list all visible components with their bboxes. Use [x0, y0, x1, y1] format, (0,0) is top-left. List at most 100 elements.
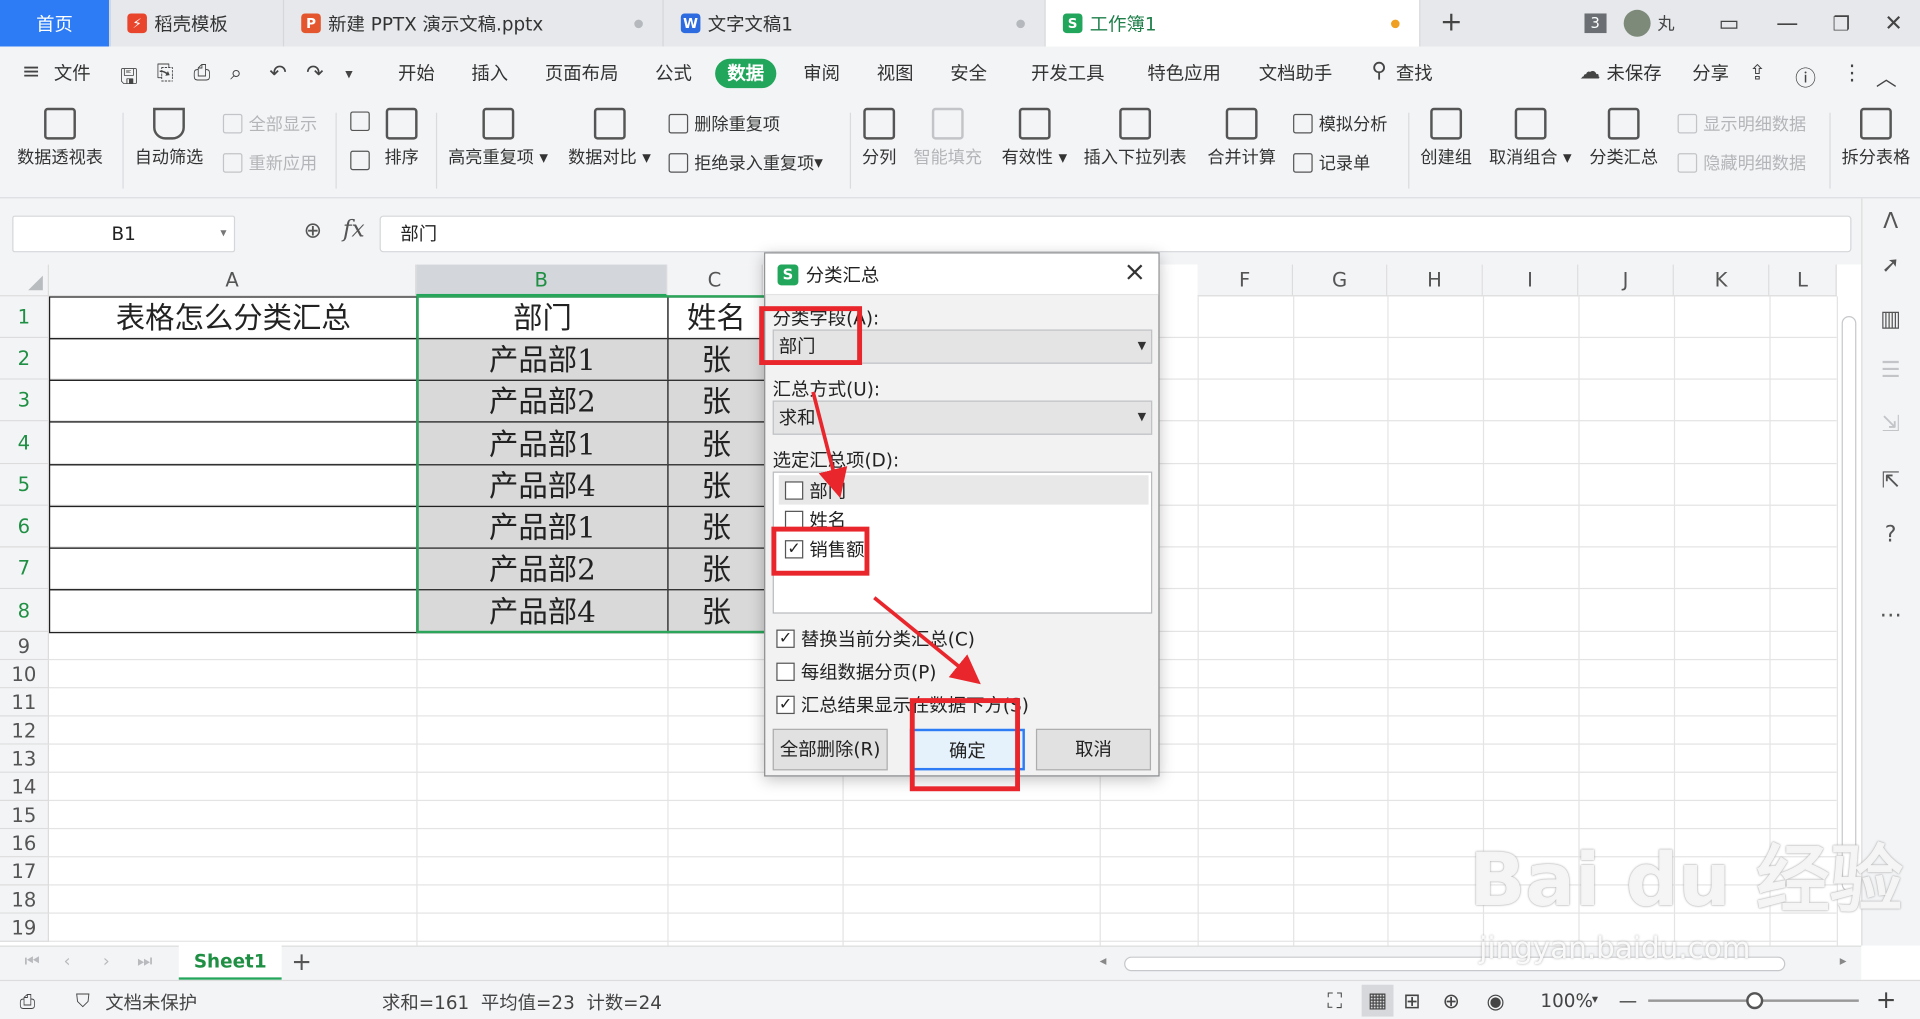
- next-sheet-icon[interactable]: ›: [103, 952, 110, 972]
- chevron-down-icon[interactable]: ▾: [1592, 993, 1598, 1006]
- sheet-tab[interactable]: Sheet1: [178, 945, 282, 980]
- row-header[interactable]: 3: [0, 379, 49, 422]
- ungroup-button[interactable]: 取消组合 ▾: [1489, 107, 1572, 169]
- column-header[interactable]: L: [1769, 264, 1837, 297]
- checkbox[interactable]: [784, 480, 804, 500]
- menu-security[interactable]: 安全: [950, 59, 987, 88]
- field-select[interactable]: 部门 ▼: [772, 329, 1153, 364]
- create-group-button[interactable]: 创建组: [1420, 107, 1472, 169]
- add-sheet-button[interactable]: +: [291, 947, 312, 976]
- row-header[interactable]: 6: [0, 505, 49, 548]
- data-compare-button[interactable]: 数据对比 ▾: [568, 107, 651, 169]
- column-header[interactable]: K: [1673, 264, 1770, 297]
- formula-input[interactable]: 部门: [379, 215, 1852, 253]
- checkbox[interactable]: [784, 510, 804, 529]
- unsaved-status[interactable]: 未保存: [1607, 59, 1662, 88]
- cell[interactable]: [48, 547, 418, 591]
- cell[interactable]: [48, 464, 418, 508]
- row-header[interactable]: 1: [0, 296, 49, 339]
- normal-view-icon[interactable]: ▦: [1361, 984, 1394, 1017]
- row-header[interactable]: 19: [0, 913, 49, 942]
- dept-cell[interactable]: 产品部1: [416, 505, 669, 549]
- help-icon[interactable]: ⓘ: [1795, 61, 1816, 91]
- zoom-in-icon[interactable]: +: [1876, 985, 1897, 1014]
- name-cell[interactable]: 张: [667, 379, 766, 423]
- list-item[interactable]: 部门: [778, 475, 1149, 505]
- first-sheet-icon[interactable]: ⏮: [24, 952, 39, 972]
- collab-icon[interactable]: ⇪: [1749, 61, 1766, 85]
- option-summary-below[interactable]: ✓ 汇总结果显示在数据下方(S): [770, 692, 1029, 718]
- name-cell[interactable]: 张: [667, 464, 766, 508]
- name-cell[interactable]: 张: [667, 338, 766, 381]
- cursor-icon[interactable]: ➚: [1877, 252, 1904, 279]
- ok-button[interactable]: 确定: [909, 728, 1025, 771]
- show-detail-button[interactable]: 显示明细数据: [1677, 111, 1806, 135]
- split-column-button[interactable]: 分列: [862, 107, 896, 169]
- menu-page-layout[interactable]: 页面布局: [545, 59, 618, 88]
- subtotal-button[interactable]: 分类汇总: [1589, 107, 1658, 169]
- menu-doc-assistant[interactable]: 文档助手: [1259, 59, 1332, 88]
- name-cell[interactable]: 张: [667, 547, 766, 591]
- option-replace[interactable]: ✓ 替换当前分类汇总(C): [770, 626, 975, 652]
- tab-word[interactable]: W 文字文稿1: [664, 0, 1046, 47]
- row-header[interactable]: 5: [0, 464, 49, 506]
- window-count-badge[interactable]: 3: [1584, 13, 1606, 34]
- restore-icon[interactable]: ▭: [1719, 10, 1740, 36]
- name-cell[interactable]: 张: [667, 421, 766, 466]
- validity-button[interactable]: 有效性 ▾: [1002, 107, 1067, 169]
- row-header[interactable]: 9: [0, 631, 49, 661]
- export-icon[interactable]: ⎘: [157, 61, 174, 85]
- redo-icon[interactable]: ↷: [306, 61, 323, 85]
- column-header[interactable]: F: [1197, 264, 1294, 297]
- settings-icon[interactable]: ☰: [1877, 358, 1904, 385]
- cell[interactable]: [48, 338, 418, 381]
- autofilter-button[interactable]: 自动筛选: [135, 107, 203, 169]
- menu-search[interactable]: 查找: [1396, 59, 1433, 88]
- dept-cell[interactable]: 产品部4: [416, 589, 669, 634]
- hide-detail-button[interactable]: 隐藏明细数据: [1677, 151, 1806, 175]
- row-header[interactable]: 14: [0, 772, 49, 802]
- title-cell[interactable]: 表格怎么分类汇总: [48, 296, 418, 340]
- share-button[interactable]: 分享: [1692, 59, 1729, 88]
- sort-desc-button[interactable]: [350, 150, 376, 171]
- zoom-level[interactable]: 100%: [1540, 990, 1593, 1012]
- new-tab-button[interactable]: +: [1440, 7, 1463, 38]
- maximize-icon[interactable]: ❐: [1833, 12, 1851, 35]
- print-icon[interactable]: ⎙: [193, 61, 210, 85]
- cell[interactable]: [48, 505, 418, 549]
- zoom-out-icon[interactable]: —: [1619, 990, 1637, 1012]
- more-icon[interactable]: ⋮: [1842, 61, 1863, 85]
- tab-home[interactable]: 首页: [0, 0, 111, 47]
- show-all-button[interactable]: 全部显示: [222, 111, 317, 135]
- option-page-break[interactable]: 每组数据分页(P): [770, 659, 936, 685]
- row-header[interactable]: 11: [0, 688, 49, 717]
- cell[interactable]: [48, 421, 418, 466]
- checkbox-checked[interactable]: ✓: [776, 695, 795, 715]
- eye-protect-icon[interactable]: ◉: [1487, 990, 1505, 1014]
- close-icon[interactable]: ×: [1124, 257, 1147, 288]
- menu-file[interactable]: 文件: [54, 59, 91, 88]
- menu-review[interactable]: 审阅: [803, 59, 840, 88]
- checkbox-checked[interactable]: ✓: [776, 629, 795, 648]
- row-header[interactable]: 16: [0, 829, 49, 858]
- simulate-button[interactable]: 模拟分析: [1293, 111, 1387, 135]
- cloud-icon[interactable]: ☁: [1580, 60, 1601, 84]
- zoom-slider-handle[interactable]: [1746, 992, 1764, 1010]
- row-header[interactable]: 18: [0, 885, 49, 914]
- insert-dropdown-button[interactable]: 插入下拉列表: [1084, 107, 1187, 169]
- column-header[interactable]: H: [1387, 264, 1483, 297]
- column-header[interactable]: I: [1482, 264, 1579, 297]
- dept-cell[interactable]: 产品部2: [416, 547, 669, 591]
- question-icon[interactable]: ?: [1877, 522, 1904, 549]
- column-header[interactable]: J: [1578, 264, 1674, 297]
- search-icon[interactable]: ⚲: [1371, 59, 1386, 83]
- minimize-icon[interactable]: —: [1776, 10, 1798, 36]
- menu-formula[interactable]: 公式: [655, 59, 692, 88]
- close-icon[interactable]: ✕: [1884, 10, 1902, 36]
- dept-cell[interactable]: 产品部1: [416, 338, 669, 381]
- smart-fill-button[interactable]: 智能填充: [913, 107, 982, 169]
- pivot-table-button[interactable]: 数据透视表: [17, 107, 103, 169]
- print-preview-icon[interactable]: ⌕: [230, 61, 242, 85]
- dept-cell[interactable]: 产品部1: [416, 421, 669, 466]
- row-header[interactable]: 2: [0, 338, 49, 380]
